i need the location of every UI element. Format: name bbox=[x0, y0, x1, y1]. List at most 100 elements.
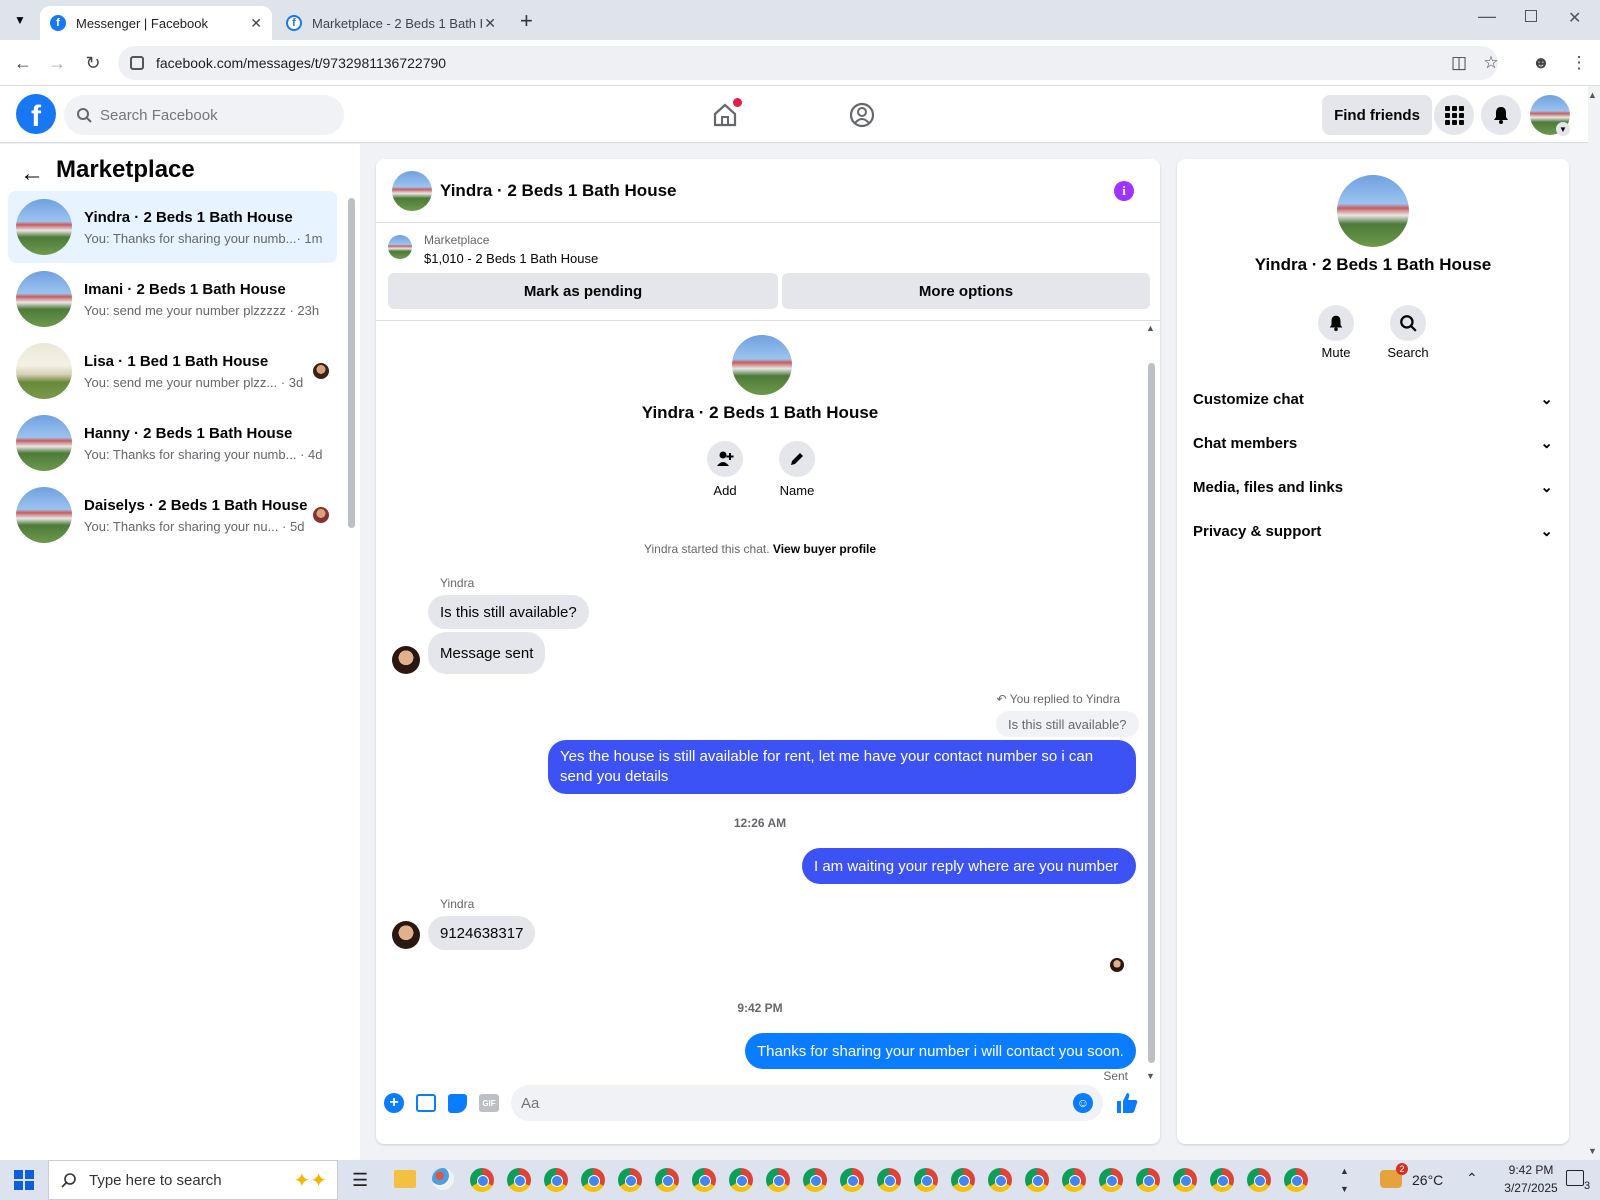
chrome-app-icon[interactable] bbox=[507, 1168, 531, 1192]
chrome-app-icon[interactable] bbox=[951, 1168, 975, 1192]
edit-name-pencil-icon[interactable] bbox=[779, 441, 815, 477]
page-scroll-up-arrow[interactable]: ▲ bbox=[1588, 90, 1597, 100]
chrome-app-icon[interactable] bbox=[1173, 1168, 1197, 1192]
facebook-search[interactable] bbox=[64, 95, 344, 135]
forward-icon[interactable]: → bbox=[46, 52, 68, 74]
chat-header-avatar[interactable] bbox=[392, 171, 432, 211]
section-media-files-links[interactable]: Media, files and links ⌄ bbox=[1193, 469, 1553, 505]
page-scroll-down-arrow[interactable]: ▼ bbox=[1588, 1146, 1597, 1156]
friends-icon[interactable] bbox=[845, 98, 879, 132]
taskbar-search[interactable]: Type here to search ✦✦ bbox=[48, 1160, 338, 1200]
menu-kebab-icon[interactable]: ⋮ bbox=[1568, 52, 1590, 74]
section-customize-chat[interactable]: Customize chat ⌄ bbox=[1193, 381, 1553, 417]
chrome-app-icon[interactable] bbox=[1136, 1168, 1160, 1192]
chrome-app-icon[interactable] bbox=[581, 1168, 605, 1192]
chrome-app-icon[interactable] bbox=[840, 1168, 864, 1192]
new-tab-plus-icon[interactable]: + bbox=[520, 8, 533, 34]
task-view-icon[interactable]: ☰ bbox=[352, 1170, 368, 1191]
chrome-app-icon[interactable] bbox=[1025, 1168, 1049, 1192]
chrome-app-icon[interactable] bbox=[766, 1168, 790, 1192]
conversation-item[interactable]: Yindra · 2 Beds 1 Bath House You: Thanks… bbox=[8, 191, 337, 263]
chat-profile-avatar[interactable] bbox=[732, 335, 792, 395]
search-input[interactable] bbox=[100, 106, 320, 124]
conversation-item[interactable]: Daiselys · 2 Beds 1 Bath House You: Than… bbox=[8, 479, 337, 551]
chrome-app-icon[interactable] bbox=[470, 1168, 494, 1192]
close-window-icon[interactable]: ✕ bbox=[1568, 8, 1581, 28]
chrome-app-icon[interactable] bbox=[988, 1168, 1012, 1192]
mute-bell-icon[interactable] bbox=[1318, 305, 1354, 341]
listing-price[interactable]: $1,010 - 2 Beds 1 Bath House bbox=[424, 251, 598, 266]
paint-icon[interactable] bbox=[432, 1168, 454, 1190]
like-thumbs-up-icon[interactable] bbox=[1115, 1091, 1139, 1115]
sticker-icon[interactable] bbox=[448, 1093, 467, 1113]
chrome-app-icon[interactable] bbox=[1099, 1168, 1123, 1192]
conversation-item[interactable]: Lisa · 1 Bed 1 Bath House You: send me y… bbox=[8, 335, 337, 407]
chrome-app-icon[interactable] bbox=[1210, 1168, 1234, 1192]
menu-grid-icon[interactable] bbox=[1434, 95, 1474, 135]
chat-scrollbar[interactable] bbox=[1148, 363, 1155, 1063]
address-bar[interactable]: facebook.com/messages/t/9732981136722790 bbox=[118, 46, 1498, 80]
account-chevron-icon[interactable]: ▼ bbox=[1556, 122, 1570, 136]
sender-avatar[interactable] bbox=[392, 921, 420, 949]
facebook-logo[interactable]: f bbox=[16, 94, 56, 134]
chrome-app-icon[interactable] bbox=[544, 1168, 568, 1192]
info-icon[interactable]: i bbox=[1114, 181, 1134, 201]
chrome-app-icon[interactable] bbox=[1062, 1168, 1086, 1192]
quoted-message[interactable]: Is this still available? bbox=[996, 711, 1139, 737]
minimize-window-icon[interactable]: — bbox=[1478, 6, 1496, 27]
bookmark-star-icon[interactable]: ☆ bbox=[1480, 52, 1502, 74]
section-privacy-support[interactable]: Privacy & support ⌄ bbox=[1193, 513, 1553, 549]
profile-icon[interactable]: ☻ bbox=[1530, 52, 1552, 74]
message-input[interactable] bbox=[521, 1094, 1073, 1112]
close-tab-icon[interactable]: ✕ bbox=[484, 15, 496, 32]
scroll-up-arrow[interactable]: ▲ bbox=[1146, 323, 1155, 333]
notification-center-icon[interactable] bbox=[1566, 1170, 1584, 1186]
clock-date[interactable]: 3/27/2025 bbox=[1486, 1181, 1576, 1195]
message-bubble-outgoing[interactable]: Thanks for sharing your number i will co… bbox=[745, 1033, 1136, 1069]
home-icon[interactable] bbox=[708, 98, 742, 132]
sidebar-scrollbar[interactable] bbox=[348, 198, 355, 528]
chrome-app-icon[interactable] bbox=[1284, 1168, 1308, 1192]
listing-thumbnail[interactable] bbox=[388, 235, 412, 259]
chrome-app-icon[interactable] bbox=[618, 1168, 642, 1192]
mark-as-pending-button[interactable]: Mark as pending bbox=[388, 273, 778, 309]
install-app-icon[interactable]: ◫ bbox=[1448, 52, 1470, 74]
message-bubble-incoming[interactable]: Message sent bbox=[428, 632, 546, 674]
message-bubble-incoming[interactable]: Is this still available? bbox=[428, 595, 589, 629]
add-person-icon[interactable] bbox=[707, 441, 743, 477]
chrome-app-icon[interactable] bbox=[692, 1168, 716, 1192]
chrome-app-icon[interactable] bbox=[914, 1168, 938, 1192]
chrome-app-icon[interactable] bbox=[803, 1168, 827, 1192]
chrome-app-icon[interactable] bbox=[729, 1168, 753, 1192]
back-icon[interactable]: ← bbox=[12, 52, 34, 74]
chrome-app-icon[interactable] bbox=[655, 1168, 679, 1192]
clock-time[interactable]: 9:42 PM bbox=[1486, 1163, 1576, 1177]
find-friends-button[interactable]: Find friends bbox=[1322, 95, 1432, 135]
taskbar-overflow-chevrons[interactable]: ▲ ▼ bbox=[1340, 1162, 1349, 1198]
more-options-button[interactable]: More options bbox=[782, 273, 1150, 309]
tab-marketplace[interactable]: f Marketplace - 2 Beds 1 Bath Ho ✕ bbox=[276, 6, 506, 40]
file-explorer-icon[interactable] bbox=[394, 1170, 416, 1188]
mute-label[interactable]: Mute bbox=[1306, 345, 1366, 360]
chrome-app-icon[interactable] bbox=[1247, 1168, 1271, 1192]
profile-avatar-large[interactable] bbox=[1337, 175, 1409, 247]
section-chat-members[interactable]: Chat members ⌄ bbox=[1193, 425, 1553, 461]
restore-window-icon[interactable] bbox=[1525, 10, 1537, 22]
search-icon[interactable] bbox=[1390, 305, 1426, 341]
emoji-icon[interactable]: ☺ bbox=[1073, 1093, 1093, 1113]
plus-icon[interactable]: + bbox=[384, 1093, 404, 1113]
view-buyer-profile-link[interactable]: View buyer profile bbox=[773, 542, 876, 556]
tab-messenger[interactable]: f Messenger | Facebook ✕ bbox=[40, 6, 272, 40]
back-arrow-icon[interactable]: ← bbox=[20, 160, 44, 188]
sender-avatar[interactable] bbox=[392, 646, 420, 674]
message-bubble-outgoing[interactable]: Yes the house is still available for ren… bbox=[548, 740, 1136, 794]
notifications-bell-icon[interactable] bbox=[1481, 95, 1521, 135]
message-bubble-outgoing[interactable]: I am waiting your reply where are you nu… bbox=[802, 848, 1136, 884]
search-label[interactable]: Search bbox=[1378, 345, 1438, 360]
conversation-item[interactable]: Hanny · 2 Beds 1 Bath House You: Thanks … bbox=[8, 407, 337, 479]
conversation-item[interactable]: Imani · 2 Beds 1 Bath House You: send me… bbox=[8, 263, 337, 335]
windows-start-icon[interactable] bbox=[14, 1170, 34, 1190]
gif-icon[interactable]: GIF bbox=[479, 1094, 499, 1112]
message-bubble-incoming[interactable]: 9124638317 bbox=[428, 916, 536, 950]
weather-temp[interactable]: 26°C bbox=[1412, 1172, 1443, 1188]
